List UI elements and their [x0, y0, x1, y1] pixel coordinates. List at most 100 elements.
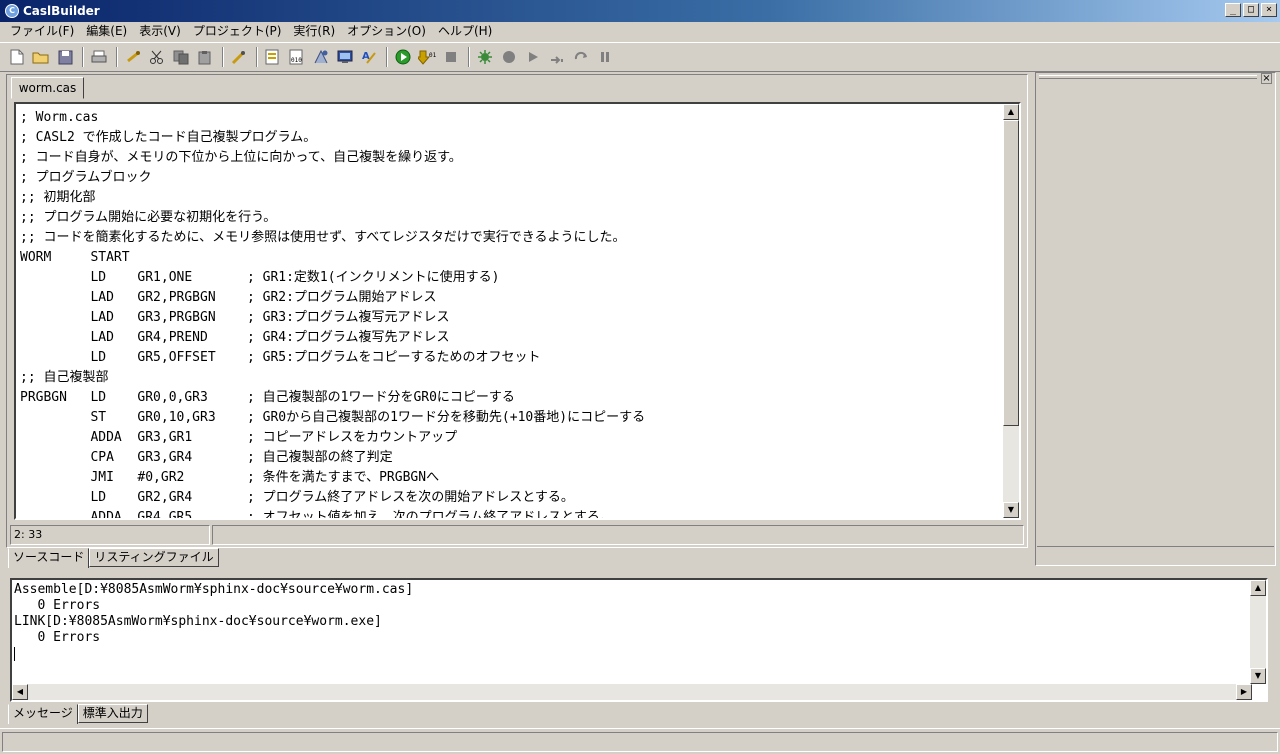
code-line: ;; コードを簡素化するために、メモリ参照は使用せず、すべてレジスタだけで実行で… — [20, 230, 626, 245]
code-line: ADDA GR3,GR1 ; コピーアドレスをカウントアップ — [20, 430, 458, 445]
scroll-down-icon[interactable]: ▼ — [1250, 668, 1266, 684]
open-folder-icon[interactable] — [30, 46, 52, 68]
stop-icon[interactable] — [440, 46, 462, 68]
title-bar: C CaslBuilder _ □ × — [0, 0, 1280, 22]
tab-worm-cas[interactable]: worm.cas — [11, 77, 84, 99]
cut-icon[interactable] — [146, 46, 168, 68]
toolbar-separator — [82, 47, 84, 67]
window-controls: _ □ × — [1225, 3, 1277, 17]
menu-view[interactable]: 表示(V) — [133, 22, 187, 41]
message-output[interactable]: Assemble[D:¥8085AsmWorm¥sphinx-doc¥sourc… — [10, 578, 1268, 702]
dock-divider — [1037, 546, 1274, 547]
scroll-up-icon[interactable]: ▲ — [1003, 104, 1019, 120]
save-icon[interactable] — [54, 46, 76, 68]
code-line: ;; 初期化部 — [20, 190, 96, 205]
tab-standard-io[interactable]: 標準入出力 — [77, 704, 148, 723]
new-file-icon[interactable] — [6, 46, 28, 68]
code-lines: ; Worm.cas ; CASL2 で作成したコード自己複製プログラム。 ; … — [20, 108, 1005, 520]
message-line: 0 Errors — [14, 598, 101, 613]
code-line: ;; プログラム開始に必要な初期化を行う。 — [20, 210, 277, 225]
undo-icon[interactable] — [122, 46, 144, 68]
svg-text:01: 01 — [429, 52, 436, 59]
menu-file[interactable]: ファイル(F) — [4, 22, 80, 41]
code-line: LAD GR2,PRGBGN ; GR2:プログラム開始アドレス — [20, 290, 437, 305]
code-line: ST GR0,10,GR3 ; GR0から自己複製部の1ワード分を移動先(+10… — [20, 410, 646, 425]
build-icon[interactable] — [310, 46, 332, 68]
code-line: ; CASL2 で作成したコード自己複製プログラム。 — [20, 130, 317, 145]
toolbar-separator — [116, 47, 118, 67]
status-cell — [2, 732, 1278, 752]
print-icon[interactable] — [88, 46, 110, 68]
message-horizontal-scrollbar[interactable]: ◀ ▶ — [12, 684, 1252, 700]
message-line: Assemble[D:¥8085AsmWorm¥sphinx-doc¥sourc… — [14, 582, 414, 597]
code-line: ; Worm.cas — [20, 110, 99, 125]
code-editor[interactable]: ; Worm.cas ; CASL2 で作成したコード自己複製プログラム。 ; … — [14, 102, 1021, 520]
code-line: ; プログラムブロック — [20, 170, 152, 185]
scroll-left-icon[interactable]: ◀ — [12, 684, 28, 700]
status-bar — [0, 728, 1280, 754]
message-line: LINK[D:¥8085AsmWorm¥sphinx-doc¥source¥wo… — [14, 614, 382, 629]
tab-messages[interactable]: メッセージ — [8, 704, 78, 724]
editor-status-field — [212, 525, 1024, 545]
message-lines: Assemble[D:¥8085AsmWorm¥sphinx-doc¥sourc… — [14, 582, 413, 662]
code-line: JMI #0,GR2 ; 条件を満たすまで、PRGBGNへ — [20, 470, 440, 485]
svg-text:010: 010 — [291, 57, 302, 64]
toolbar-separator — [468, 47, 470, 67]
debug-icon[interactable] — [474, 46, 496, 68]
link-icon[interactable]: 010 — [286, 46, 308, 68]
paste-icon[interactable] — [194, 46, 216, 68]
code-line: ; コード自身が、メモリの下位から上位に向かって、自己複製を繰り返す。 — [20, 150, 462, 165]
toolbar-separator — [222, 47, 224, 67]
editor-vertical-scrollbar[interactable]: ▲ ▼ — [1003, 104, 1019, 518]
assemble-icon[interactable] — [262, 46, 284, 68]
code-line: PRGBGN LD GR0,0,GR3 ; 自己複製部の1ワード分をGR0にコピ… — [20, 390, 515, 405]
code-line: LD GR2,GR4 ; プログラム終了アドレスを次の開始アドレスとする。 — [20, 490, 574, 505]
editor-view-tabs: ソースコード リスティングファイル — [8, 548, 219, 568]
app-icon: C — [5, 4, 19, 18]
breakpoint-icon[interactable] — [498, 46, 520, 68]
pause-icon[interactable] — [594, 46, 616, 68]
scroll-up-icon[interactable]: ▲ — [1250, 580, 1266, 596]
menu-help[interactable]: ヘルプ(H) — [432, 22, 498, 41]
output-tabs: メッセージ 標準入出力 — [8, 704, 148, 724]
code-line: ADDA GR4,GR5 ; オフセット値を加え、次のプログラム終了アドレスとす… — [20, 510, 613, 520]
code-line: LAD GR4,PREND ; GR4:プログラム複写先アドレス — [20, 330, 450, 345]
step-over-icon[interactable] — [546, 46, 568, 68]
run-icon[interactable] — [392, 46, 414, 68]
step-into-icon[interactable] — [570, 46, 592, 68]
menu-edit[interactable]: 編集(E) — [80, 22, 133, 41]
code-line: LD GR1,ONE ; GR1:定数1(インクリメントに使用する) — [20, 270, 500, 285]
menu-options[interactable]: オプション(O) — [341, 22, 432, 41]
dock-close-icon[interactable]: × — [1261, 73, 1272, 84]
cursor-position: 2: 33 — [10, 525, 210, 545]
code-line: LD GR5,OFFSET ; GR5:プログラムをコピーするためのオフセット — [20, 350, 541, 365]
menu-bar: ファイル(F) 編集(E) 表示(V) プロジェクト(P) 実行(R) オプショ… — [0, 22, 1280, 41]
step-download-icon[interactable]: 01 — [416, 46, 438, 68]
message-vertical-scrollbar[interactable]: ▲ ▼ — [1250, 580, 1266, 684]
copy-icon[interactable] — [170, 46, 192, 68]
minimize-button[interactable]: _ — [1225, 3, 1241, 17]
monitor-icon[interactable] — [334, 46, 356, 68]
text-caret — [14, 646, 413, 662]
code-line: LAD GR3,PRGBGN ; GR3:プログラム複写元アドレス — [20, 310, 450, 325]
maximize-button[interactable]: □ — [1243, 3, 1259, 17]
toolbar: 010 A 01 — [0, 42, 1280, 72]
code-line: ;; 自己複製部 — [20, 370, 109, 385]
message-line: 0 Errors — [14, 630, 101, 645]
play-icon[interactable] — [522, 46, 544, 68]
close-button[interactable]: × — [1261, 3, 1277, 17]
menu-run[interactable]: 実行(R) — [287, 22, 341, 41]
toolbar-separator — [256, 47, 258, 67]
scroll-thumb[interactable] — [1003, 120, 1019, 426]
options-icon[interactable]: A — [358, 46, 380, 68]
code-line: WORM START — [20, 250, 130, 265]
scroll-down-icon[interactable]: ▼ — [1003, 502, 1019, 518]
right-dock-panel — [1035, 72, 1276, 566]
tab-source-code[interactable]: ソースコード — [8, 548, 90, 568]
find-icon[interactable] — [228, 46, 250, 68]
dock-grip[interactable] — [1039, 75, 1257, 79]
scroll-right-icon[interactable]: ▶ — [1236, 684, 1252, 700]
code-line: CPA GR3,GR4 ; 自己複製部の終了判定 — [20, 450, 393, 465]
menu-project[interactable]: プロジェクト(P) — [187, 22, 288, 41]
tab-listing-file[interactable]: リスティングファイル — [89, 548, 219, 567]
